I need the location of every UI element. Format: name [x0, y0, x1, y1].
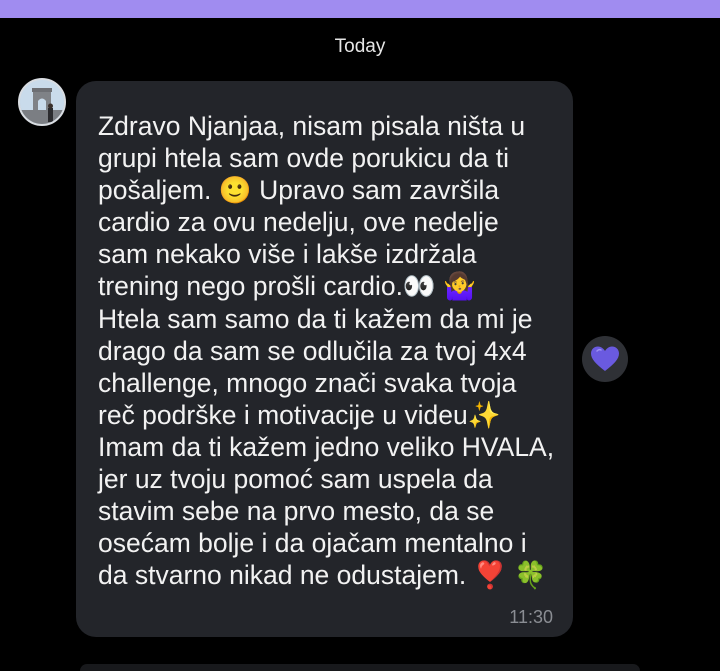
message-text: Zdravo Njanjaa, nisam pisala ništa u gru…: [98, 111, 555, 591]
purple-heart-icon: [591, 346, 619, 371]
arc-de-triomphe-icon: [20, 80, 64, 124]
next-message-peek: [80, 664, 640, 671]
message-timestamp: 11:30: [509, 607, 553, 627]
message-bubble[interactable]: Zdravo Njanjaa, nisam pisala ništa u gru…: [76, 81, 573, 637]
date-separator: Today: [334, 36, 386, 57]
reaction-button[interactable]: [582, 336, 628, 382]
avatar[interactable]: [18, 78, 66, 126]
top-accent-bar: [0, 0, 720, 18]
